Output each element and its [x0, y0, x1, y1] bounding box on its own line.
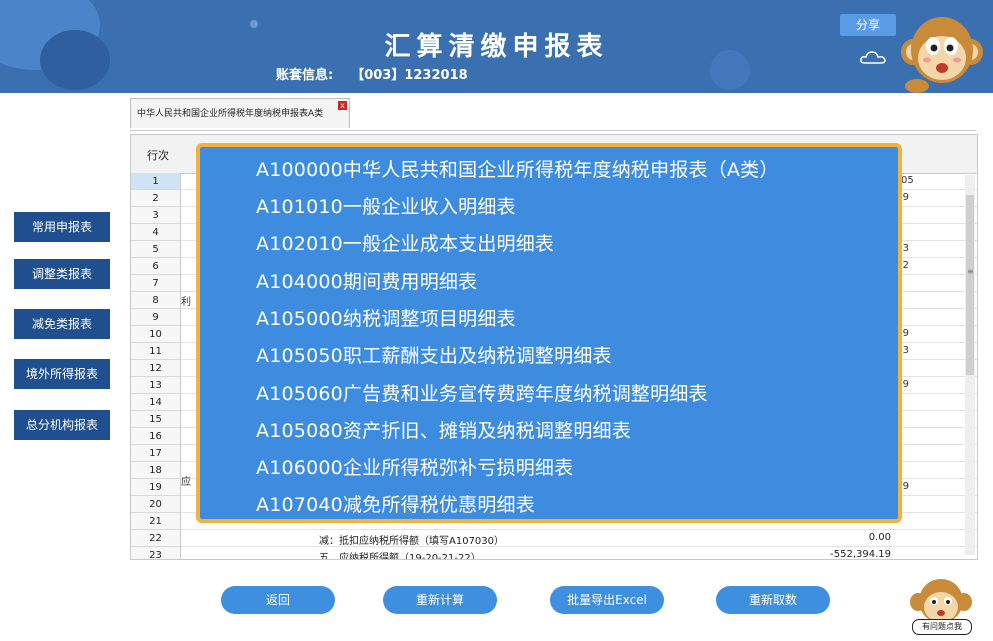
sidebar-item-branch-reports[interactable]: 总分机构报表 [14, 410, 110, 440]
row-number[interactable]: 3 [131, 207, 181, 224]
tab-annual-return-a[interactable]: 中华人民共和国企业所得税年度纳税申报表A类 x [130, 98, 350, 128]
row-23-amount[interactable]: -552,394.19 [781, 549, 891, 559]
refetch-data-button[interactable]: 重新取数 [716, 586, 830, 614]
tab-strip: 中华人民共和国企业所得税年度纳税申报表A类 x [130, 96, 976, 131]
recalculate-button[interactable]: 重新计算 [383, 586, 497, 614]
popup-item-a105060[interactable]: A105060广告费和业务宣传费跨年度纳税调整明细表 [256, 379, 708, 406]
share-button[interactable]: 分享 [840, 14, 896, 36]
scrollbar-thumb[interactable] [966, 195, 974, 375]
popup-item-a102010[interactable]: A102010一般企业成本支出明细表 [256, 229, 554, 256]
cell-value: 9 [902, 379, 909, 390]
row-number[interactable]: 16 [131, 428, 181, 445]
row-number[interactable]: 21 [131, 513, 181, 530]
row-number[interactable]: 7 [131, 275, 181, 292]
row-number[interactable]: 11 [131, 343, 181, 360]
popup-item-a104000[interactable]: A104000期间费用明细表 [256, 267, 477, 294]
popup-item-a105080[interactable]: A105080资产折旧、摊销及纳税调整明细表 [256, 416, 631, 443]
account-value: 【003】1232018 [351, 68, 468, 83]
sidebar-item-reduction-reports[interactable]: 减免类报表 [14, 309, 110, 339]
row-number[interactable]: 12 [131, 360, 181, 377]
popup-item-a106000[interactable]: A106000企业所得税弥补亏损明细表 [256, 453, 573, 480]
header-banner: 汇算清缴申报表 账套信息: 【003】1232018 分享 [0, 0, 993, 93]
row-number[interactable]: 15 [131, 411, 181, 428]
cell-value: 3 [902, 243, 909, 254]
cell-value: 2 [902, 260, 909, 271]
account-label: 账套信息: [276, 68, 334, 83]
vertical-scrollbar[interactable]: ≡ [965, 175, 975, 555]
row-22-description: 减：抵扣应纳税所得额（填写A107030） [319, 536, 505, 547]
report-list-popup: A100000中华人民共和国企业所得税年度纳税申报表（A类） A101010一般… [196, 143, 902, 523]
popup-item-a100000[interactable]: A100000中华人民共和国企业所得税年度纳税申报表（A类） [256, 155, 779, 182]
row-number[interactable]: 8 [131, 292, 181, 309]
sidebar-item-common-reports[interactable]: 常用申报表 [14, 212, 110, 242]
row-number[interactable]: 19 [131, 479, 181, 496]
cloud-icon [860, 51, 886, 64]
column-header-row-no: 行次 [147, 149, 169, 162]
popup-item-a107040[interactable]: A107040减免所得税优惠明细表 [256, 490, 535, 517]
monkey-mascot-icon [901, 17, 983, 93]
account-info: 账套信息: 【003】1232018 [276, 64, 468, 83]
cell-value: 05 [901, 175, 914, 186]
popup-item-a101010[interactable]: A101010一般企业收入明细表 [256, 192, 516, 219]
cell-value: 9 [902, 328, 909, 339]
popup-item-a105050[interactable]: A105050职工薪酬支出及纳税调整明细表 [256, 341, 612, 368]
tab-label: 中华人民共和国企业所得税年度纳税申报表A类 [137, 109, 324, 119]
row-number[interactable]: 17 [131, 445, 181, 462]
row-number[interactable]: 4 [131, 224, 181, 241]
row-number[interactable]: 10 [131, 326, 181, 343]
sidebar-item-foreign-income-reports[interactable]: 境外所得报表 [14, 359, 110, 389]
row-number[interactable]: 23 [131, 547, 181, 559]
popup-item-a105000[interactable]: A105000纳税调整项目明细表 [256, 304, 516, 331]
row-number[interactable]: 2 [131, 190, 181, 207]
cell-value: 3 [902, 345, 909, 356]
row-number[interactable]: 14 [131, 394, 181, 411]
row-number[interactable]: 5 [131, 241, 181, 258]
back-button[interactable]: 返回 [221, 586, 335, 614]
close-icon[interactable]: x [338, 101, 347, 110]
sidebar-item-adjustment-reports[interactable]: 调整类报表 [14, 259, 110, 289]
row-23-description: 五、应纳税所得额（19-20-21-22） [319, 553, 481, 560]
row-number[interactable]: 13 [131, 377, 181, 394]
help-button[interactable]: 有问题点我 [912, 619, 972, 635]
row-number[interactable]: 18 [131, 462, 181, 479]
row-number[interactable]: 6 [131, 258, 181, 275]
cell-value: 9 [902, 481, 909, 492]
grip-icon: ≡ [967, 267, 974, 276]
row-number[interactable]: 20 [131, 496, 181, 513]
export-excel-button[interactable]: 批量导出Excel [550, 586, 664, 614]
row-22-amount[interactable]: 0.00 [781, 532, 891, 543]
row-number[interactable]: 1 [131, 173, 181, 190]
row-number[interactable]: 22 [131, 530, 181, 547]
row-number[interactable]: 9 [131, 309, 181, 326]
cell-value: 9 [902, 192, 909, 203]
